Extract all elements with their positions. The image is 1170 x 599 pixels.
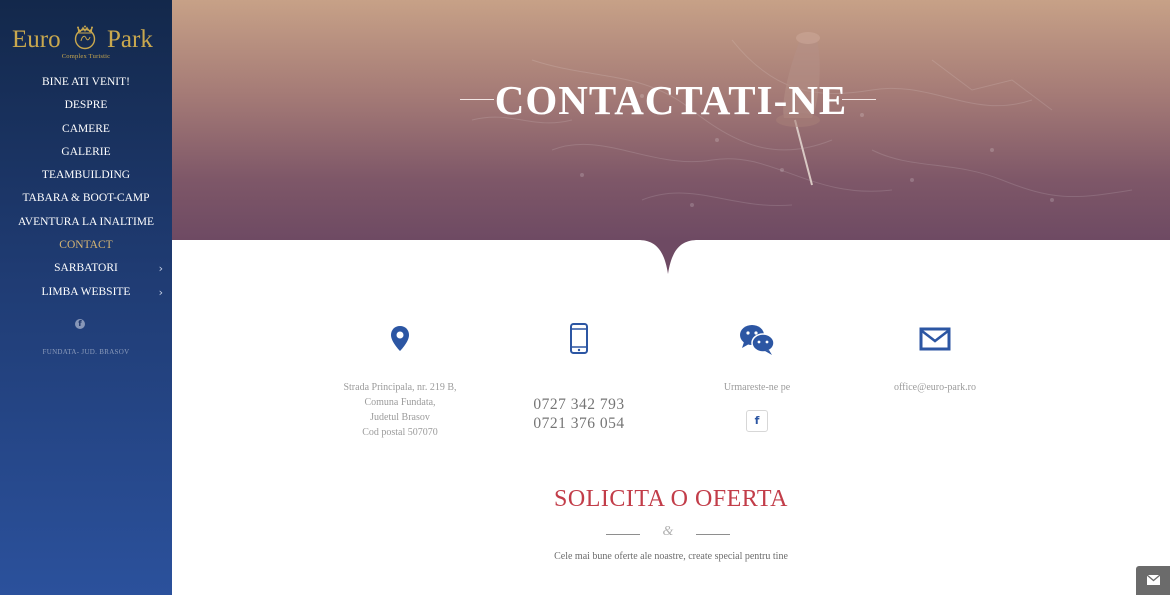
nav-item-label: SARBATORI bbox=[54, 262, 118, 275]
nav-item-label: GALERIE bbox=[61, 145, 111, 158]
divider-line-left bbox=[606, 534, 640, 535]
logo-emblem-icon bbox=[74, 25, 96, 50]
address-block: Strada Principala, nr. 219 B, Comuna Fun… bbox=[315, 380, 485, 440]
phone-number[interactable]: 0727 342 793 bbox=[494, 395, 664, 414]
nav-item-despre[interactable]: DESPRE bbox=[0, 95, 172, 118]
sidebar-address: FUNDATA- JUD. BRASOV bbox=[42, 348, 130, 356]
logo-word-euro: Euro bbox=[12, 26, 61, 53]
facebook-icon: f bbox=[754, 414, 760, 427]
nav-item-teambuilding[interactable]: TEAMBUILDING bbox=[0, 165, 172, 188]
nav-item-aventura-la-inaltime[interactable]: AVENTURA LA INALTIME bbox=[0, 212, 172, 235]
contact-email-column: office@euro-park.ro bbox=[850, 322, 1020, 395]
ampersand-divider: & bbox=[662, 524, 674, 539]
phone-number[interactable]: 0721 376 054 bbox=[494, 414, 664, 433]
logo-word-park: Park bbox=[107, 26, 153, 53]
address-line: Comuna Fundata, bbox=[364, 397, 436, 408]
envelope-icon bbox=[1146, 574, 1161, 585]
facebook-icon[interactable]: f bbox=[75, 319, 85, 329]
hero-banner: CONTACTATI-NE bbox=[172, 0, 1170, 240]
hero-title-line-right bbox=[842, 99, 876, 100]
email-link[interactable]: office@euro-park.ro bbox=[850, 380, 1020, 395]
nav-item-bine-ati-venit[interactable]: BINE ATI VENIT! bbox=[0, 72, 172, 95]
page-title: CONTACTATI-NE bbox=[494, 77, 848, 123]
logo[interactable]: Euro Park Complex Turistic bbox=[0, 8, 172, 60]
facebook-button[interactable]: f bbox=[746, 410, 768, 432]
divider-line-right bbox=[696, 534, 730, 535]
nav-item-galerie[interactable]: GALERIE bbox=[0, 142, 172, 165]
chevron-right-icon: › bbox=[158, 285, 163, 299]
nav-item-label: CONTACT bbox=[59, 239, 113, 252]
nav-item-label: TEAMBUILDING bbox=[41, 169, 131, 182]
address-line: Cod postal 507070 bbox=[362, 427, 438, 438]
nav-item-sarbatori[interactable]: SARBATORI › bbox=[0, 258, 172, 281]
offer-section-title: SOLICITA O OFERTA bbox=[554, 486, 788, 512]
nav-item-tabara-boot-camp[interactable]: TABARA & BOOT-CAMP bbox=[0, 188, 172, 211]
address-line: Judetul Brasov bbox=[370, 412, 430, 423]
sidebar: Euro Park Complex Turistic BINE ATI VENI… bbox=[0, 0, 172, 595]
nav-item-label: TABARA & BOOT-CAMP bbox=[22, 192, 150, 205]
nav-item-limba-website[interactable]: LIMBA WEBSITE › bbox=[0, 282, 172, 305]
nav-item-camere[interactable]: CAMERE bbox=[0, 119, 172, 142]
contact-social-column: Urmareste-ne pe bbox=[672, 322, 842, 395]
mobile-phone-icon bbox=[570, 323, 588, 354]
chat-bubbles-icon bbox=[740, 325, 775, 355]
nav-item-label: DESPRE bbox=[64, 99, 108, 112]
follow-us-text: Urmareste-ne pe bbox=[723, 382, 791, 393]
address-line: Strada Principala, nr. 219 B, bbox=[343, 382, 457, 393]
contact-address-column: Strada Principala, nr. 219 B, Comuna Fun… bbox=[315, 322, 485, 440]
nav-item-label: CAMERE bbox=[62, 122, 110, 135]
logo-tagline: Complex Turistic bbox=[61, 53, 111, 60]
envelope-icon bbox=[919, 327, 951, 351]
floating-contact-button[interactable] bbox=[1136, 566, 1170, 595]
nav-item-label: BINE ATI VENIT! bbox=[42, 76, 130, 88]
contact-phone-column: 0727 342 793 0721 376 054 bbox=[494, 322, 664, 433]
hero-notch-divider bbox=[620, 238, 718, 274]
nav-item-label: LIMBA WEBSITE bbox=[41, 285, 131, 298]
location-pin-icon bbox=[391, 326, 409, 351]
nav-item-label: AVENTURA LA INALTIME bbox=[17, 215, 155, 228]
offer-subtitle: Cele mai bune oferte ale noastre, create… bbox=[554, 551, 788, 562]
nav-item-contact[interactable]: CONTACT bbox=[0, 235, 172, 258]
chevron-right-icon: › bbox=[158, 262, 163, 276]
main-nav: BINE ATI VENIT! DESPRE CAMERE GALERIE TE… bbox=[0, 72, 172, 305]
